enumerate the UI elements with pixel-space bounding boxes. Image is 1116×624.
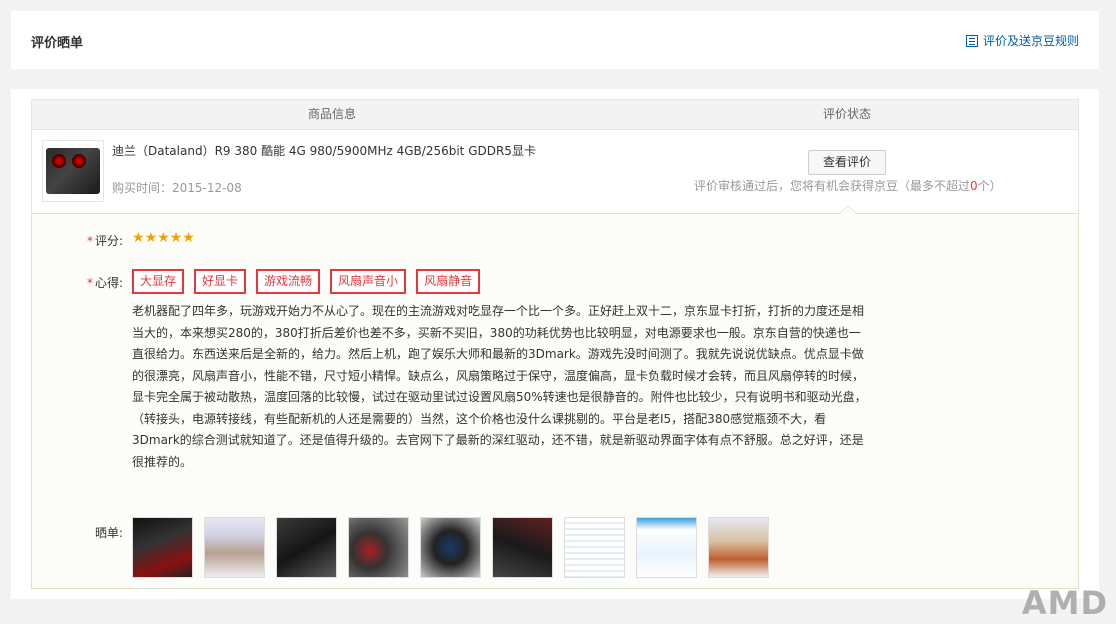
review-tag[interactable]: 好显卡 bbox=[194, 269, 247, 294]
rating-label: * 评分: bbox=[87, 232, 123, 249]
panel-pointer bbox=[839, 205, 857, 214]
list-icon bbox=[965, 34, 978, 47]
review-photo[interactable] bbox=[348, 517, 409, 578]
review-photo[interactable] bbox=[276, 517, 337, 578]
tags-label-text: 心得: bbox=[95, 276, 124, 290]
product-name[interactable]: 迪兰（Dataland）R9 380 酷能 4G 980/5900MHz 4GB… bbox=[112, 142, 536, 159]
reward-note-text: 评价审核通过后，您将有机会获得京豆（最多不超过 bbox=[694, 179, 971, 193]
review-photo[interactable] bbox=[132, 517, 193, 578]
rules-link[interactable]: 评价及送京豆规则 bbox=[965, 32, 1079, 49]
required-mark: * bbox=[87, 276, 93, 290]
review-tag[interactable]: 大显存 bbox=[132, 269, 185, 294]
reward-note: 评价审核通过后，您将有机会获得京豆（最多不超过0个） bbox=[694, 177, 1002, 194]
purchase-time: 购买时间：2015-12-08 bbox=[112, 181, 242, 195]
tag-list: 大显存 好显卡 游戏流畅 风扇声音小 风扇静音 bbox=[132, 269, 490, 294]
review-photo[interactable] bbox=[492, 517, 553, 578]
graphics-card-picture bbox=[46, 148, 100, 194]
review-tag[interactable]: 风扇声音小 bbox=[330, 269, 407, 294]
rules-link-label: 评价及送京豆规则 bbox=[982, 34, 1079, 48]
column-header-product: 商品信息 bbox=[307, 107, 356, 121]
amd-logo: AMD bbox=[1021, 584, 1108, 622]
star-icon[interactable]: ★ bbox=[145, 231, 158, 245]
view-review-button[interactable]: 查看评价 bbox=[808, 150, 886, 175]
star-icon[interactable]: ★ bbox=[182, 231, 195, 245]
required-mark: * bbox=[87, 234, 93, 248]
rating-label-text: 评分: bbox=[95, 234, 124, 248]
review-text: 老机器配了四年多，玩游戏开始力不从心了。现在的主流游戏对吃显存一个比一个多。正好… bbox=[132, 304, 867, 469]
review-photo[interactable] bbox=[204, 517, 265, 578]
review-photo[interactable] bbox=[636, 517, 697, 578]
rating-stars[interactable]: ★ ★ ★ ★ ★ bbox=[132, 231, 195, 245]
star-icon[interactable]: ★ bbox=[170, 231, 183, 245]
review-panel: * 评分: ★ ★ ★ ★ ★ * 心得: 大显存 好显卡 游戏流畅 风扇声音小 风扇静音 老机器配… bbox=[31, 205, 1079, 589]
reward-note-suffix: 个） bbox=[977, 179, 1002, 193]
review-card: 商品信息 评价状态 迪兰（Dataland）R9 380 酷能 4G 980/5… bbox=[11, 89, 1099, 599]
review-tag[interactable]: 风扇静音 bbox=[416, 269, 481, 294]
tags-label: * 心得: bbox=[87, 274, 123, 291]
column-header-status: 评价状态 bbox=[822, 107, 871, 121]
review-photo[interactable] bbox=[708, 517, 769, 578]
photos-label: 晒单: bbox=[95, 526, 124, 540]
review-photo[interactable] bbox=[420, 517, 481, 578]
table-header: 商品信息 评价状态 bbox=[31, 99, 1079, 130]
reward-count: 0 bbox=[970, 179, 978, 193]
header-card: 评价晒单 评价及送京豆规则 bbox=[11, 11, 1099, 69]
product-image[interactable] bbox=[42, 140, 104, 202]
photo-list bbox=[132, 517, 780, 578]
review-tag[interactable]: 游戏流畅 bbox=[256, 269, 321, 294]
star-icon[interactable]: ★ bbox=[132, 231, 145, 245]
product-row: 迪兰（Dataland）R9 380 酷能 4G 980/5900MHz 4GB… bbox=[31, 130, 1079, 213]
star-icon[interactable]: ★ bbox=[157, 231, 170, 245]
review-photo[interactable] bbox=[564, 517, 625, 578]
page-title: 评价晒单 bbox=[31, 36, 84, 51]
